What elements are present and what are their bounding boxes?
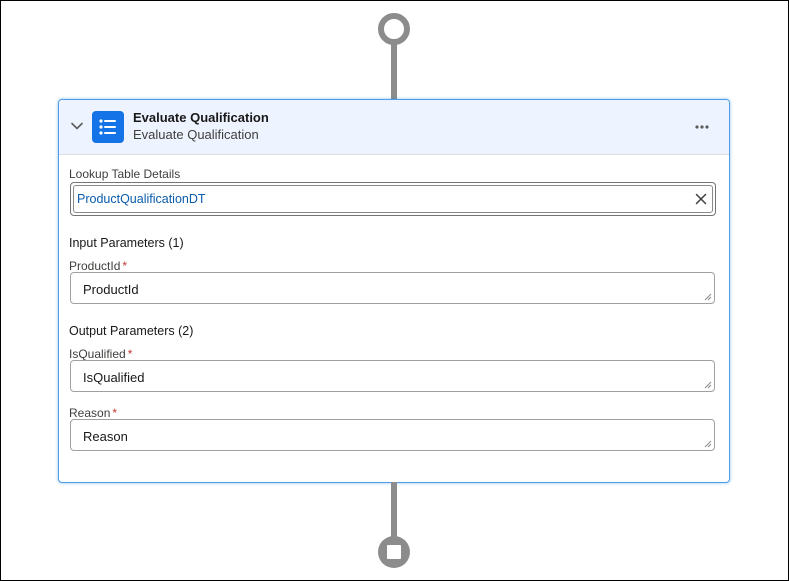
productid-value[interactable]: ProductId [83,282,139,297]
connector-line-bottom [391,482,397,540]
required-mark: * [122,259,128,273]
close-icon[interactable] [694,192,708,206]
list-icon [92,111,124,143]
reason-label-text: Reason [69,406,111,420]
element-title: Evaluate Qualification [133,110,269,125]
input-parameters-heading: Input Parameters (1) [69,236,184,250]
required-mark: * [112,406,118,420]
reason-value[interactable]: Reason [83,429,128,444]
lookup-input[interactable]: ProductQualificationDT [73,185,713,213]
lookup-field[interactable]: ProductQualificationDT [70,182,716,216]
isqualified-field[interactable]: IsQualified [70,360,715,392]
chevron-down-icon[interactable] [69,118,85,134]
productid-field[interactable]: ProductId [70,272,715,304]
lookup-label: Lookup Table Details [69,167,181,181]
resize-grip-icon[interactable] [704,440,712,448]
resize-grip-icon[interactable] [704,293,712,301]
end-node[interactable] [378,536,410,568]
more-actions-icon[interactable] [689,118,715,136]
connector-line-top [391,39,397,100]
flow-canvas: Evaluate Qualification Evaluate Qualific… [0,0,789,581]
resize-grip-icon[interactable] [704,381,712,389]
required-mark: * [127,347,133,361]
stop-icon [387,545,401,559]
productid-label: ProductId * [69,259,127,273]
isqualified-label: IsQualified * [69,347,132,361]
reason-field[interactable]: Reason [70,419,715,451]
flow-element-card[interactable]: Evaluate Qualification Evaluate Qualific… [58,99,730,483]
lookup-value[interactable]: ProductQualificationDT [77,192,206,206]
output-parameters-heading: Output Parameters (2) [69,324,194,338]
isqualified-value[interactable]: IsQualified [83,370,144,385]
element-subtitle: Evaluate Qualification [133,127,259,142]
card-header: Evaluate Qualification Evaluate Qualific… [59,100,729,155]
productid-label-text: ProductId [69,259,121,273]
reason-label: Reason * [69,406,117,420]
isqualified-label-text: IsQualified [69,347,126,361]
